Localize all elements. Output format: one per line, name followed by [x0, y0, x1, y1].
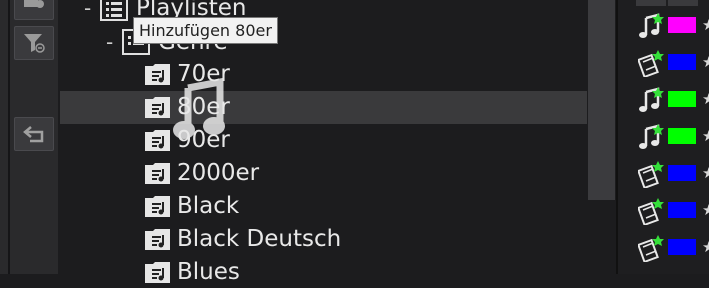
rating-star-icon[interactable]: ★: [702, 238, 709, 256]
genre-item[interactable]: Black Deutsch: [144, 223, 341, 255]
music-folder-icon: [145, 262, 170, 283]
track-row[interactable]: ★: [618, 80, 709, 117]
filter-button[interactable]: [14, 26, 54, 60]
track-color-swatch: [668, 17, 696, 33]
filter-icon: [24, 34, 45, 53]
music-track-icon: [639, 13, 664, 38]
rating-star-icon[interactable]: ★: [702, 164, 709, 182]
track-color-swatch: [668, 202, 696, 218]
music-folder-icon: [145, 196, 170, 217]
back-icon: [23, 126, 44, 143]
track-color-swatch: [668, 128, 696, 144]
right-panel: ★ ★ ★ ★ ★ ★ ★: [618, 0, 709, 274]
music-track-icon: [639, 124, 664, 149]
rating-star-icon[interactable]: ★: [702, 201, 709, 219]
track-row[interactable]: ★: [618, 43, 709, 80]
track-color-swatch: [668, 91, 696, 107]
add-playlist-button[interactable]: [14, 0, 54, 20]
drag-music-note-icon: [173, 78, 225, 139]
track-color-swatch: [668, 54, 696, 70]
toolbar-divider: [8, 0, 10, 274]
music-folder-icon: [145, 64, 170, 85]
track-row[interactable]: ★: [618, 191, 709, 228]
music-folder-icon: [145, 130, 170, 151]
back-button[interactable]: [14, 117, 54, 151]
tree-scrollbar-thumb[interactable]: [588, 0, 615, 200]
rating-star-icon[interactable]: ★: [702, 16, 709, 34]
genre-item-label: Black: [177, 192, 240, 219]
rating-star-icon[interactable]: ★: [702, 90, 709, 108]
video-track-icon: [638, 198, 664, 225]
music-track-icon: [639, 87, 664, 112]
track-row[interactable]: ★: [618, 6, 709, 43]
genre-item-label: 2000er: [177, 159, 260, 186]
genre-item[interactable]: 2000er: [144, 157, 259, 189]
track-color-swatch: [668, 239, 696, 255]
genre-item[interactable]: Blues: [144, 256, 240, 288]
track-row[interactable]: ★: [618, 154, 709, 191]
genre-item[interactable]: Black: [144, 190, 239, 222]
selected-row-highlight: [60, 91, 587, 124]
track-row[interactable]: ★: [618, 228, 709, 265]
playlist-list-icon: [100, 0, 128, 21]
rating-star-icon[interactable]: ★: [702, 127, 709, 145]
genre-item-label: Black Deutsch: [177, 225, 342, 252]
tooltip: Hinzufügen 80er: [133, 17, 278, 44]
left-toolbar: [0, 0, 58, 274]
genre-item-label: Blues: [177, 258, 240, 285]
collapse-toggle-genre[interactable]: -: [106, 30, 113, 54]
music-folder-icon: [145, 229, 170, 250]
track-color-swatch: [668, 165, 696, 181]
video-track-icon: [638, 161, 664, 188]
add-playlist-icon: [24, 0, 44, 8]
track-row[interactable]: ★: [618, 117, 709, 154]
music-folder-icon: [145, 163, 170, 184]
video-track-icon: [638, 235, 664, 262]
collapse-toggle-playlists[interactable]: -: [84, 0, 91, 20]
rating-star-icon[interactable]: ★: [702, 53, 709, 71]
music-folder-icon: [145, 97, 170, 118]
video-track-icon: [638, 50, 664, 77]
